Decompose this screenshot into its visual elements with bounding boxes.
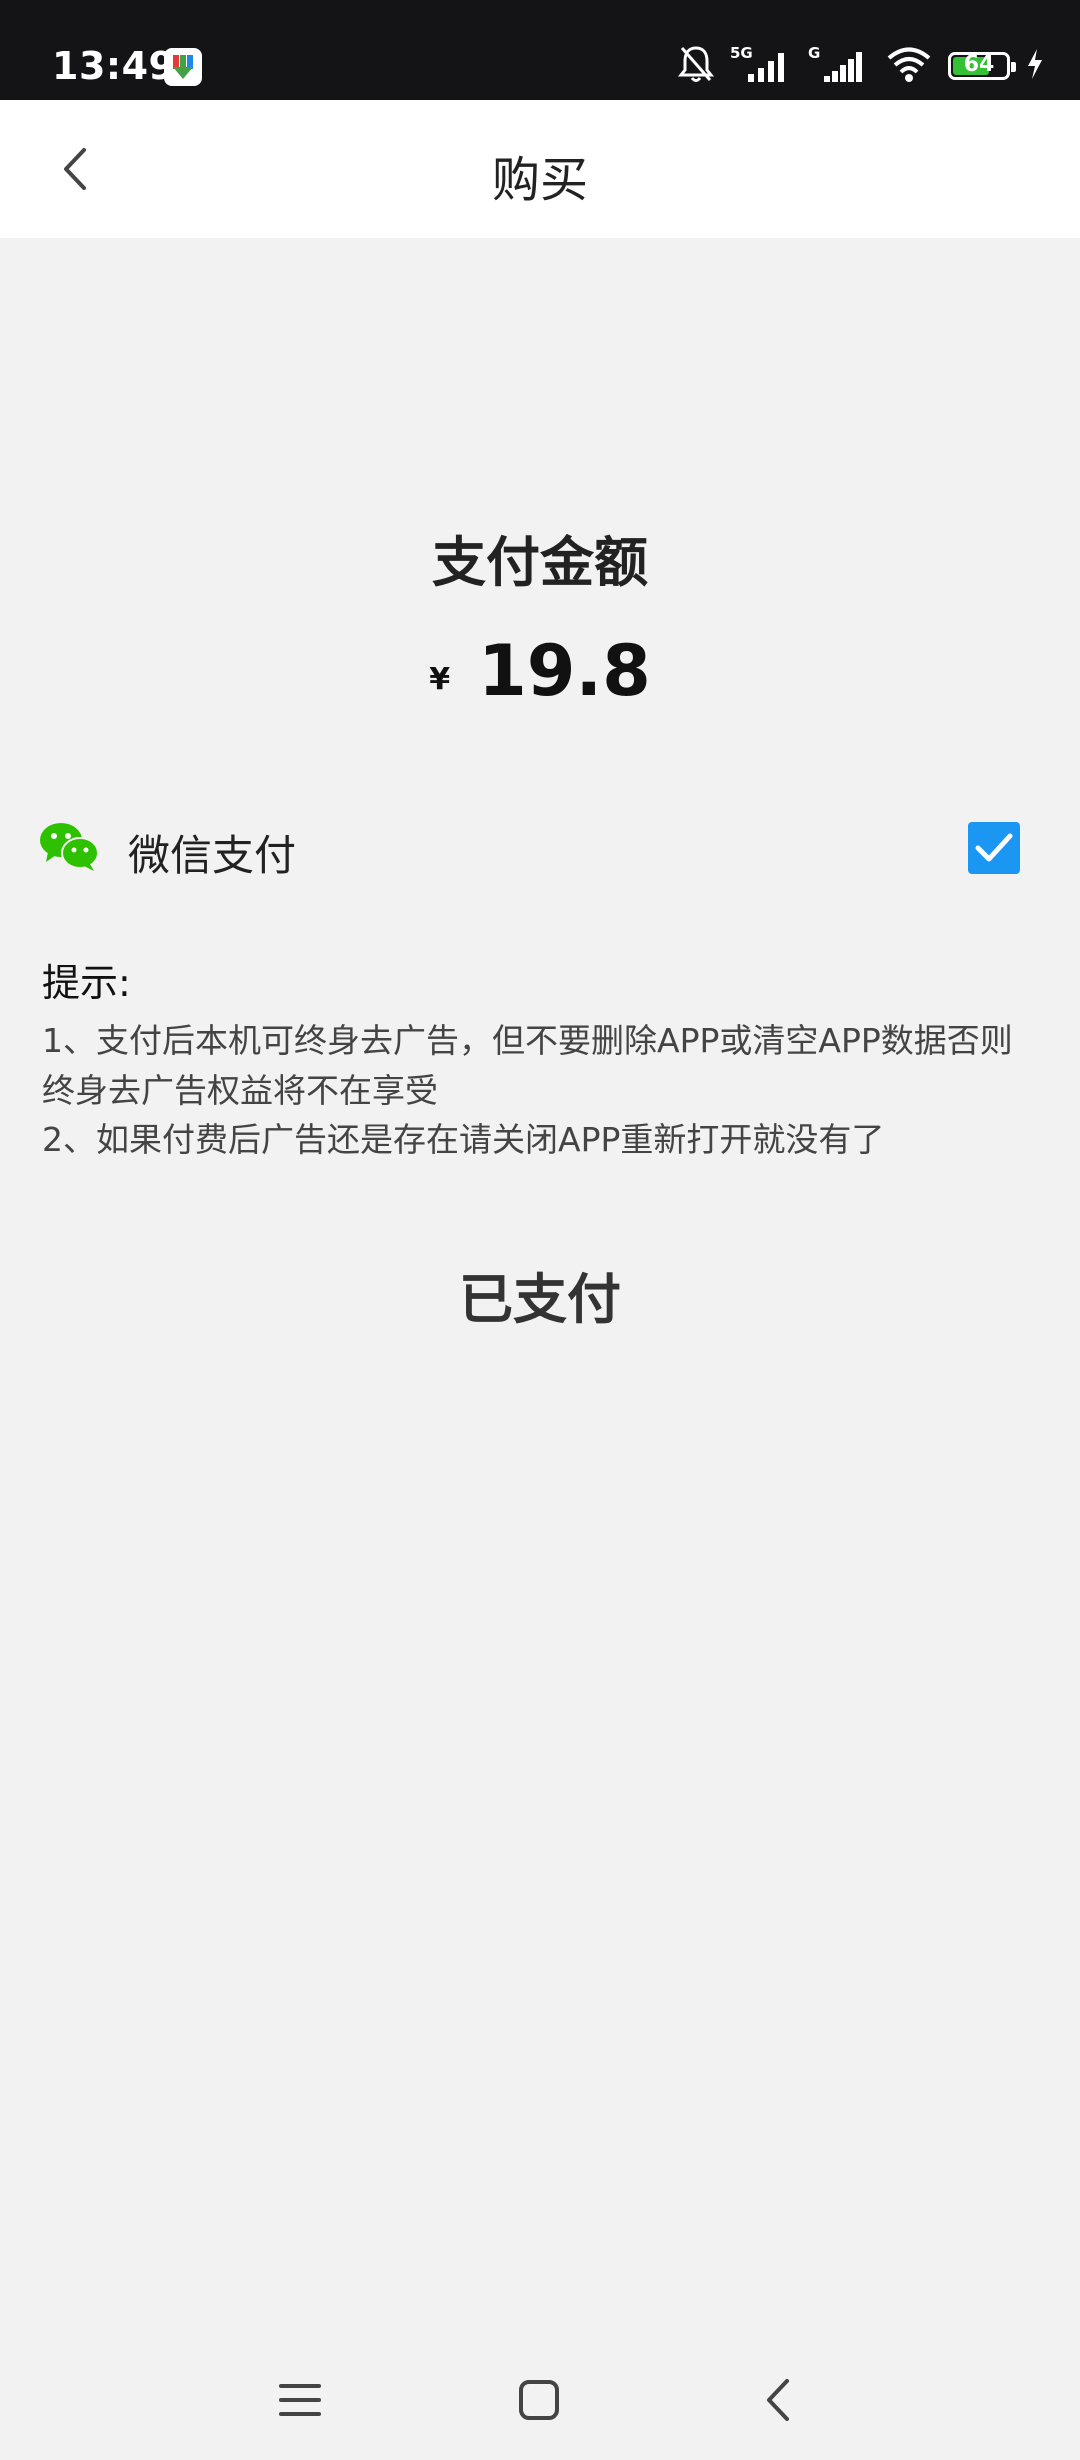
status-bar: 13:49 5G G 64 bbox=[0, 0, 1080, 100]
wifi-icon bbox=[886, 45, 932, 87]
page-title: 购买 bbox=[491, 152, 588, 208]
battery-level: 64 bbox=[963, 52, 995, 77]
checkmark-icon bbox=[975, 833, 1013, 862]
tips-title: 提示: bbox=[42, 961, 131, 1005]
tip-item: 1、支付后本机可终身去广告，但不要删除APP或清空APP数据否则终身去广告权益将… bbox=[42, 1021, 1013, 1110]
status-icons: 5G G 64 bbox=[677, 44, 1044, 88]
tip-item: 2、如果付费后广告还是存在请关闭APP重新打开就没有了 bbox=[42, 1120, 885, 1159]
signal-g-icon: G bbox=[808, 44, 870, 88]
nav-home-button[interactable] bbox=[503, 2364, 575, 2436]
pay-method-wechat[interactable]: 微信支付 bbox=[0, 800, 1080, 896]
mute-bell-icon bbox=[677, 44, 715, 88]
paid-button[interactable]: 已支付 bbox=[340, 1250, 740, 1350]
menu-icon bbox=[279, 2384, 321, 2416]
currency-symbol: ¥ bbox=[429, 661, 451, 697]
nav-back-button[interactable] bbox=[742, 2364, 814, 2436]
wechat-icon bbox=[38, 820, 100, 876]
network-g-label: G bbox=[808, 44, 820, 62]
amount-label: 支付金额 bbox=[432, 531, 648, 594]
pay-method-checkbox[interactable] bbox=[968, 822, 1020, 874]
charging-bolt-icon bbox=[1026, 49, 1044, 83]
nav-menu-button[interactable] bbox=[264, 2364, 336, 2436]
signal-5g-icon: 5G bbox=[730, 44, 792, 88]
nav-back-icon bbox=[767, 2379, 789, 2421]
app-notification-icon bbox=[164, 48, 202, 86]
home-square-icon bbox=[519, 2380, 559, 2420]
pay-method-label: 微信支付 bbox=[128, 831, 297, 880]
amount-row: ¥19.8 bbox=[0, 630, 1080, 712]
status-time: 13:49 bbox=[52, 44, 176, 88]
navigation-bar bbox=[0, 2340, 1080, 2460]
app-bar: 购买 bbox=[0, 100, 1080, 238]
amount-value: 19.8 bbox=[478, 630, 651, 712]
network-5g-label: 5G bbox=[730, 44, 753, 62]
battery-icon: 64 bbox=[948, 52, 1016, 80]
